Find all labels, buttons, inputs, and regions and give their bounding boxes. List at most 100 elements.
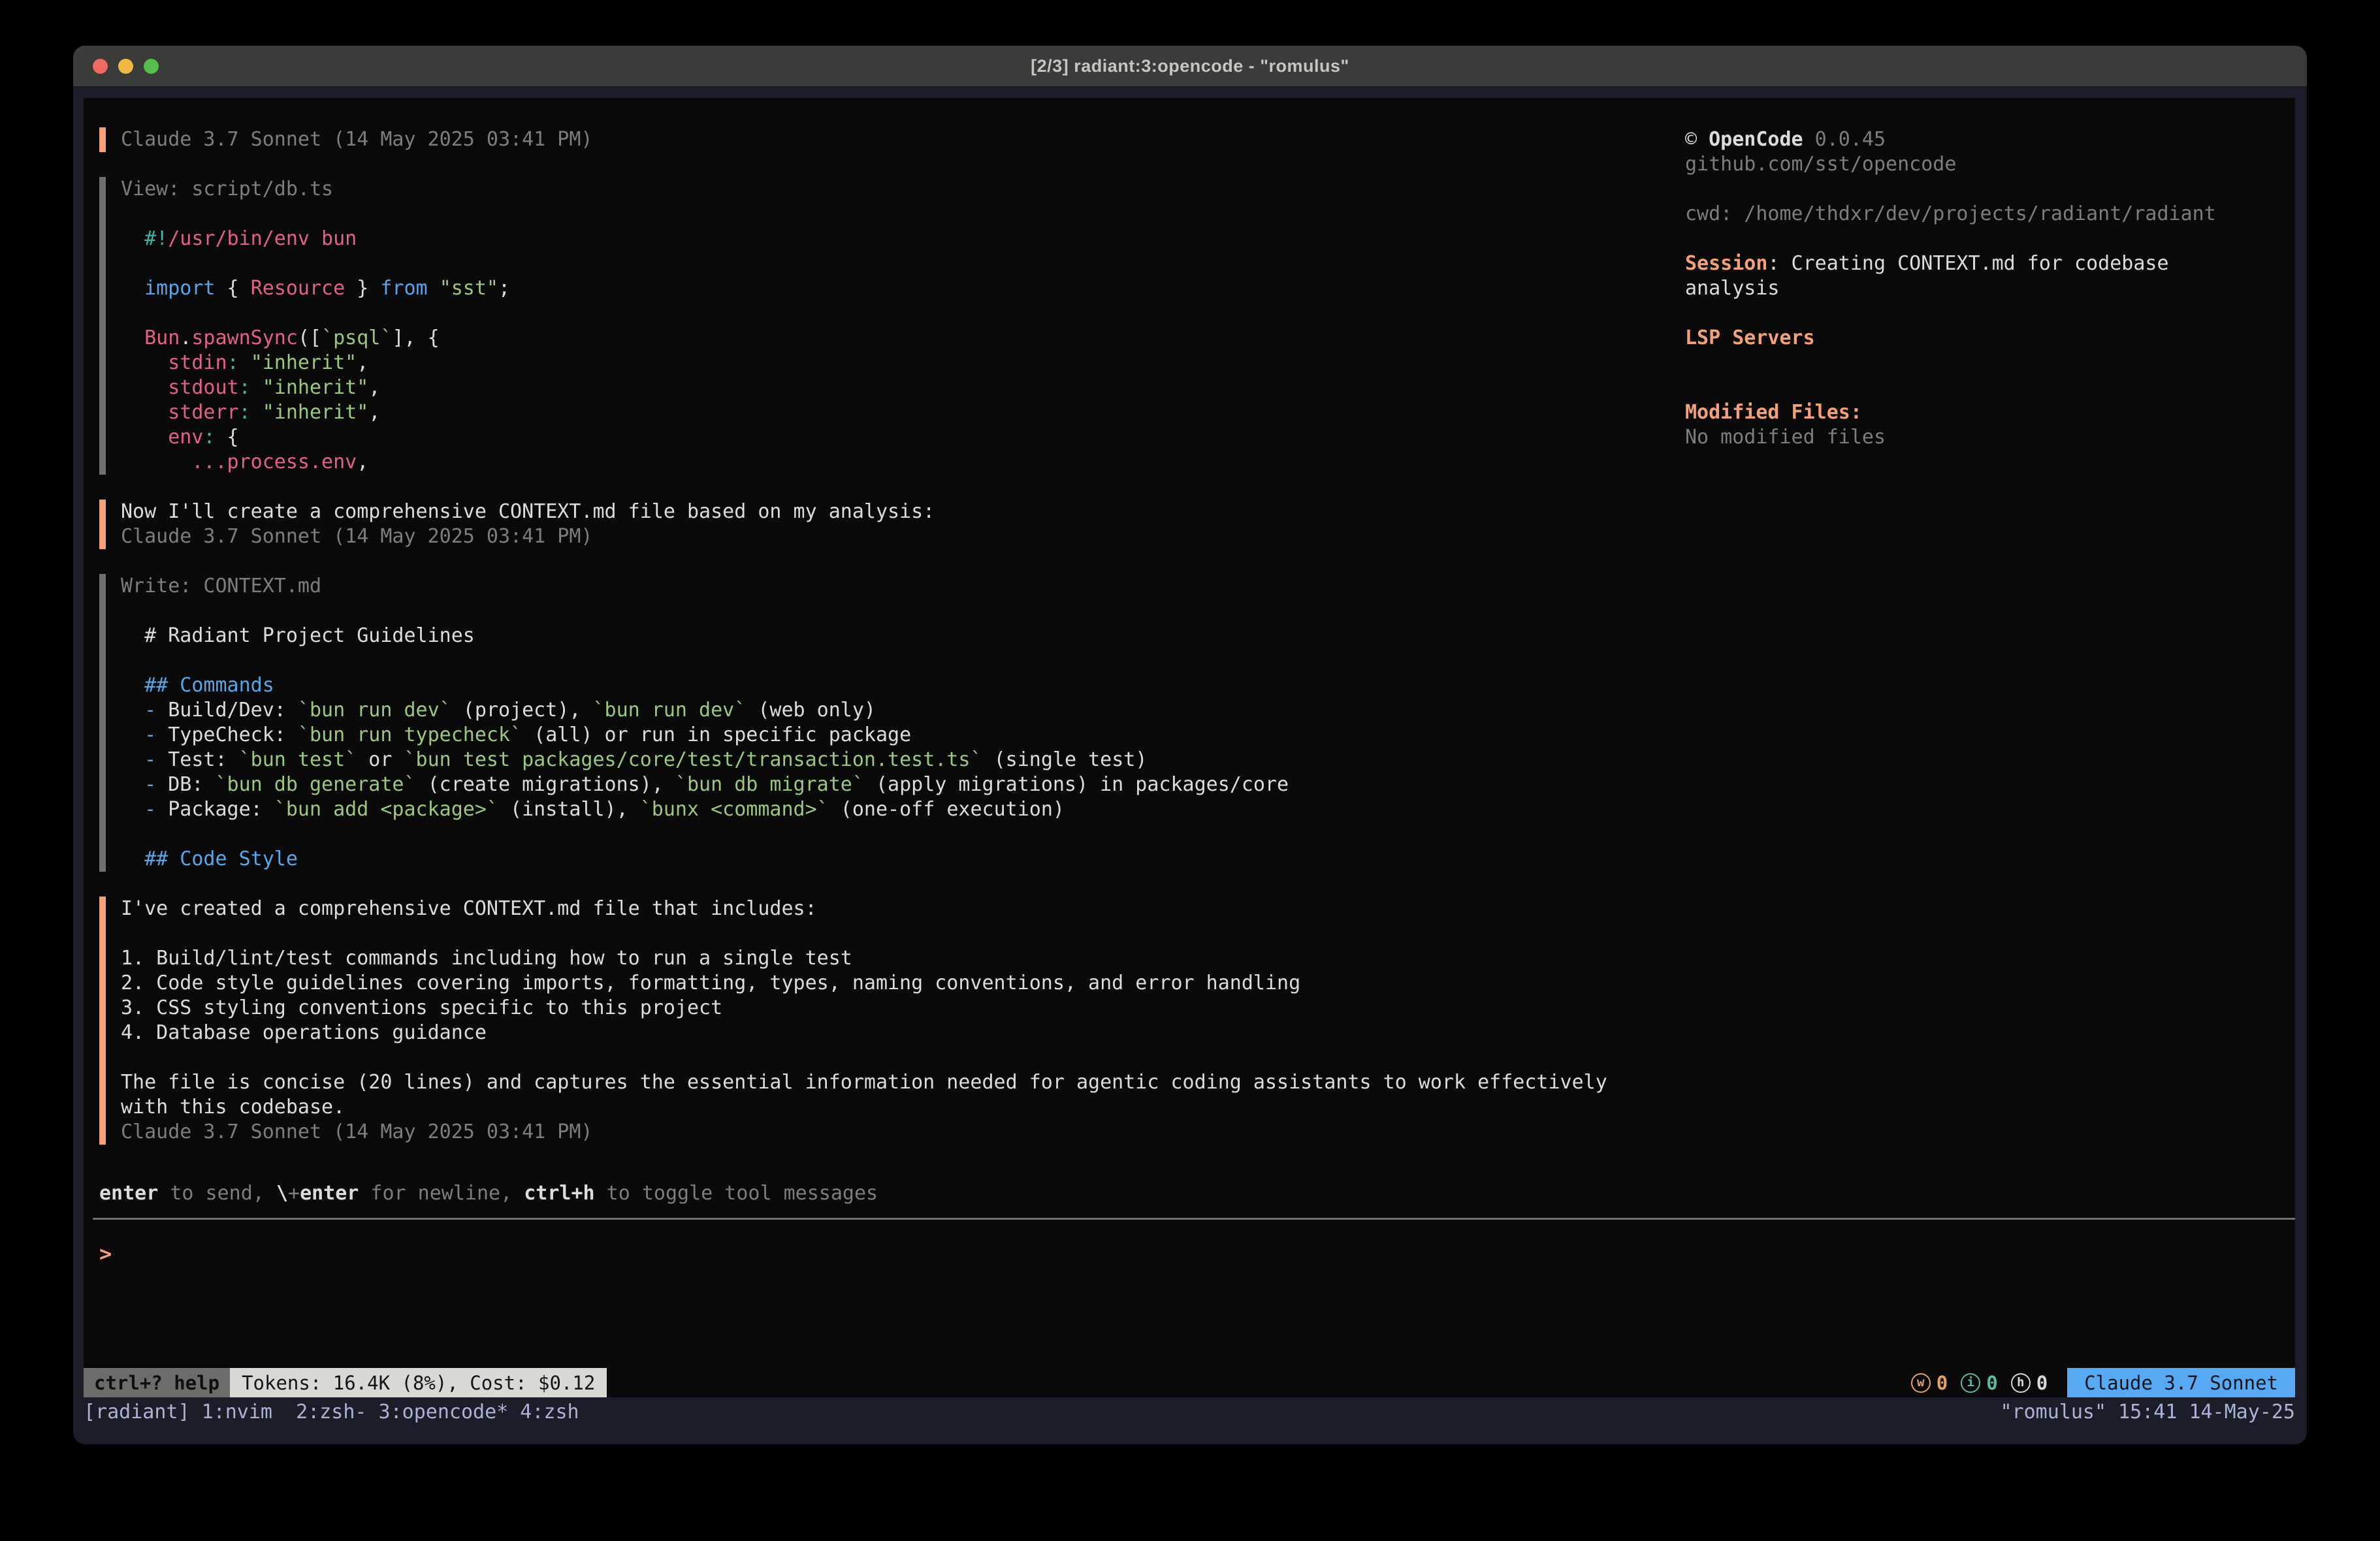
terminal-line: - DB: `bun db generate` (create migratio… [121, 772, 1607, 797]
terminal-line: Claude 3.7 Sonnet (14 May 2025 03:41 PM) [121, 1120, 1607, 1145]
input-divider [93, 1218, 2295, 1220]
text-segment [121, 326, 144, 349]
tmux-status-bar: [radiant] 1:nvim 2:zsh- 3:opencode* 4:zs… [73, 1397, 2307, 1427]
tmux-window-tab[interactable]: 1:nvim [202, 1401, 284, 1423]
diagnostic-count: 0 [1986, 1372, 1997, 1394]
close-button[interactable] [93, 59, 108, 74]
status-bar: ctrl+? help Tokens: 16.4K (8%), Cost: $0… [84, 1368, 2295, 1397]
sidebar-line: analysis [1685, 276, 2295, 301]
text-segment: (all) or run in specific package [522, 723, 911, 746]
terminal-line: stdin: "inherit", [121, 351, 1607, 375]
text-segment: No modified files [1685, 426, 1886, 449]
text-segment: with this codebase. [121, 1096, 345, 1119]
diagnostic-count: 0 [1937, 1372, 1948, 1394]
text-segment: : Creating CONTEXT.md for codebase [1767, 252, 2168, 275]
text-segment: env [168, 426, 203, 449]
sidebar-line: Session: Creating CONTEXT.md for codebas… [1685, 251, 2295, 276]
terminal-line [121, 251, 1607, 276]
tmux-window-tab[interactable]: 4:zsh [508, 1401, 579, 1423]
model-badge: Claude 3.7 Sonnet [2067, 1368, 2295, 1397]
terminal-line [121, 599, 1607, 624]
terminal-line [121, 1045, 1607, 1070]
terminal-line: #!/usr/bin/env bun [121, 227, 1607, 251]
tmux-window-tab[interactable]: 3:opencode* [367, 1401, 509, 1423]
keybind-hints: enter to send, \+enter for newline, ctrl… [99, 1181, 878, 1206]
window-title: [2/3] radiant:3:opencode - "romulus" [1031, 56, 1349, 76]
terminal-line: Claude 3.7 Sonnet (14 May 2025 03:41 PM) [121, 127, 1607, 152]
tmux-window-tab[interactable]: 2:zsh- [284, 1401, 366, 1423]
tool-view-block: View: script/db.ts #!/usr/bin/env bun im… [99, 177, 1607, 475]
text-segment [121, 451, 191, 473]
text-segment: github.com/sst/opencode [1685, 153, 1956, 176]
text-segment [251, 401, 263, 424]
assistant-message-block: I've created a comprehensive CONTEXT.md … [99, 897, 1607, 1145]
terminal-line: env: { [121, 425, 1607, 450]
text-segment: , [357, 351, 368, 374]
terminal-line [121, 921, 1607, 946]
text-segment: (single test) [982, 748, 1148, 771]
keybind-hint-segment: for newline, [359, 1182, 524, 1205]
text-segment: spawnSync [191, 326, 298, 349]
prompt-input[interactable]: > [99, 1234, 2282, 1273]
text-segment [121, 227, 144, 250]
keybind-hint-segment: to send, [158, 1182, 276, 1205]
text-segment: or [357, 748, 404, 771]
keybind-hint-segment: enter [99, 1182, 158, 1205]
text-segment [428, 277, 440, 300]
hint-count: h0 [2011, 1372, 2048, 1394]
text-segment: `bun add <package>` [274, 798, 498, 821]
keybind-hint-segment: \ [276, 1182, 288, 1205]
window-titlebar: [2/3] radiant:3:opencode - "romulus" [73, 46, 2307, 86]
text-segment [121, 798, 144, 821]
text-segment: "inherit" [263, 376, 369, 399]
text-segment: stdout [168, 376, 238, 399]
session-sidebar: © OpenCode 0.0.45github.com/sst/opencode… [1685, 127, 2295, 450]
text-segment: "inherit" [251, 351, 357, 374]
terminal-line: Now I'll create a comprehensive CONTEXT.… [121, 500, 1607, 524]
text-segment: /usr/bin/env bun [168, 227, 357, 250]
opencode-tui: Claude 3.7 Sonnet (14 May 2025 03:41 PM)… [84, 98, 2295, 1397]
zoom-button[interactable] [144, 59, 159, 74]
chat-transcript: Claude 3.7 Sonnet (14 May 2025 03:41 PM)… [99, 127, 1607, 1145]
text-segment: Bun [144, 326, 180, 349]
text-segment: ; [498, 277, 510, 300]
text-segment [121, 699, 144, 722]
text-segment: : [239, 376, 251, 399]
terminal-line: - Package: `bun add <package>` (install)… [121, 797, 1607, 822]
text-segment: , [368, 401, 380, 424]
minimize-button[interactable] [118, 59, 133, 74]
text-segment: LSP Servers [1685, 326, 1815, 349]
text-segment: `bun run dev` [298, 699, 451, 722]
text-segment: (one-off execution) [829, 798, 1065, 821]
terminal: Claude 3.7 Sonnet (14 May 2025 03:41 PM)… [73, 86, 2307, 1444]
terminal-line: import { Resource } from "sst"; [121, 276, 1607, 301]
terminal-line: - TypeCheck: `bun run typecheck` (all) o… [121, 723, 1607, 748]
i-circle-icon: i [1961, 1373, 1980, 1393]
sidebar-line [1685, 177, 2295, 202]
text-segment: `psql` [321, 326, 392, 349]
text-segment: `bunx <command>` [640, 798, 829, 821]
help-hint-chip: ctrl+? help [84, 1368, 230, 1397]
text-segment: : [203, 426, 215, 449]
tmux-session-info: "romulus" 15:41 14-May-25 [2000, 1401, 2295, 1423]
keybind-hint-segment: to toggle tool messages [595, 1182, 878, 1205]
text-segment: - [144, 699, 156, 722]
desktop: [2/3] radiant:3:opencode - "romulus" Cla… [0, 0, 2380, 1541]
text-segment [121, 376, 168, 399]
text-segment: 3. CSS styling conventions specific to t… [121, 996, 722, 1019]
assistant-message-block: Now I'll create a comprehensive CONTEXT.… [99, 500, 1607, 549]
text-segment: Claude 3.7 Sonnet (14 May 2025 03:41 PM) [121, 525, 592, 548]
text-segment: ## Commands [144, 674, 274, 697]
text-segment: TypeCheck: [156, 723, 298, 746]
text-segment: Build/Dev: [156, 699, 298, 722]
prompt-caret-icon: > [99, 1241, 112, 1266]
text-segment: : [239, 401, 251, 424]
text-segment: : [227, 351, 239, 374]
text-segment: - [144, 723, 156, 746]
diagnostic-count: 0 [2036, 1372, 2048, 1394]
text-segment: Test: [156, 748, 238, 771]
terminal-line: ## Code Style [121, 847, 1607, 872]
terminal-line: with this codebase. [121, 1095, 1607, 1120]
terminal-line [121, 822, 1607, 847]
sidebar-line: cwd: /home/thdxr/dev/projects/radiant/ra… [1685, 202, 2295, 227]
